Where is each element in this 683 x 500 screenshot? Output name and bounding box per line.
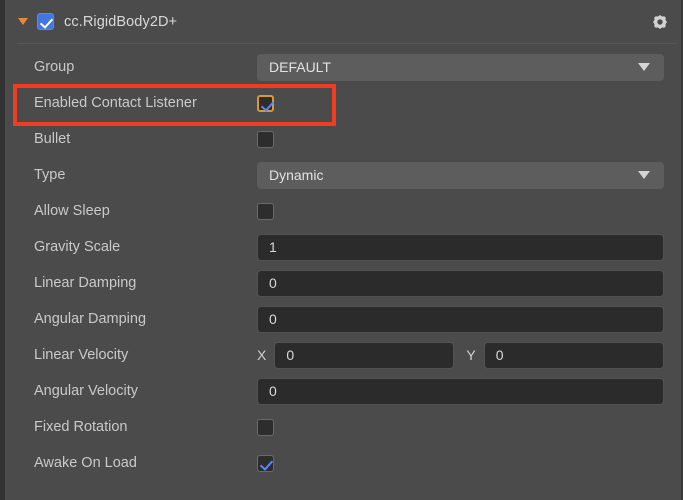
property-row-linear-velocity: Linear Velocity X 0 Y 0 [5,337,681,373]
linear-damping-value: 0 [269,275,277,291]
label-linear-velocity: Linear Velocity [34,347,129,363]
angular-velocity-value: 0 [269,383,277,399]
component-header[interactable]: cc.RigidBody2D+ [5,0,681,43]
property-row-angular-velocity: Angular Velocity 0 [5,373,681,409]
label-type: Type [34,167,66,183]
label-awake-on-load: Awake On Load [34,455,137,471]
angular-damping-input[interactable]: 0 [257,305,664,333]
label-group: Group [34,59,75,75]
property-row-bullet: Bullet [5,121,681,157]
fixed-rotation-checkbox[interactable] [257,418,274,436]
linear-velocity-x-value: 0 [286,347,295,363]
group-dropdown-value: DEFAULT [269,59,331,75]
field-area-gravity-scale: 1 [257,229,664,265]
component-enabled-checkbox[interactable] [37,13,54,30]
linear-velocity-x-label: X [257,347,267,363]
property-row-type: Type Dynamic [5,157,681,193]
property-row-group: Group DEFAULT [5,49,681,85]
property-row-fixed-rotation: Fixed Rotation [5,409,681,445]
type-dropdown-value: Dynamic [269,167,324,183]
label-fixed-rotation: Fixed Rotation [34,419,128,435]
type-dropdown[interactable]: Dynamic [257,161,664,189]
label-allow-sleep: Allow Sleep [34,203,110,219]
allow-sleep-checkbox[interactable] [257,202,274,220]
field-area-group: DEFAULT [257,49,664,85]
angular-damping-value: 0 [269,311,277,327]
property-row-gravity-scale: Gravity Scale 1 [5,229,681,265]
gravity-scale-input[interactable]: 1 [257,233,664,261]
field-area-fixed-rotation [257,409,664,445]
gear-icon[interactable] [652,14,668,30]
field-area-enabled-contact-listener [257,85,664,121]
field-area-awake-on-load [257,445,664,481]
property-row-allow-sleep: Allow Sleep [5,193,681,229]
field-area-type: Dynamic [257,157,664,193]
awake-on-load-checkbox[interactable] [257,454,274,472]
linear-velocity-y-value: 0 [495,347,504,363]
property-row-awake-on-load: Awake On Load [5,445,681,481]
chevron-down-icon [638,63,650,71]
label-gravity-scale: Gravity Scale [34,239,121,255]
field-area-allow-sleep [257,193,664,229]
component-inspector-panel: cc.RigidBody2D+ Group DEFAULT Enabled Co… [0,0,683,500]
field-area-linear-velocity: X 0 Y 0 [257,337,664,373]
label-angular-damping: Angular Damping [34,311,147,327]
field-area-angular-velocity: 0 [257,373,664,409]
triangle-down-icon[interactable] [18,18,28,25]
bullet-checkbox[interactable] [257,130,274,148]
label-angular-velocity: Angular Velocity [34,383,138,399]
header-divider [17,43,677,44]
group-dropdown[interactable]: DEFAULT [257,53,664,81]
field-area-bullet [257,121,664,157]
linear-velocity-x-input[interactable]: 0 [274,341,455,369]
linear-velocity-y-label: Y [466,347,476,363]
property-row-enabled-contact-listener: Enabled Contact Listener [5,85,681,121]
field-area-linear-damping: 0 [257,265,664,301]
property-row-linear-damping: Linear Damping 0 [5,265,681,301]
gravity-scale-value: 1 [269,239,277,255]
label-linear-damping: Linear Damping [34,275,137,291]
linear-velocity-y-input[interactable]: 0 [483,341,664,369]
chevron-down-icon [638,171,650,179]
component-title: cc.RigidBody2D+ [64,13,178,30]
field-area-angular-damping: 0 [257,301,664,337]
label-enabled-contact-listener: Enabled Contact Listener [34,95,197,111]
property-row-angular-damping: Angular Damping 0 [5,301,681,337]
linear-damping-input[interactable]: 0 [257,269,664,297]
angular-velocity-input[interactable]: 0 [257,377,664,405]
enabled-contact-listener-checkbox[interactable] [257,94,274,112]
label-bullet: Bullet [34,131,71,147]
